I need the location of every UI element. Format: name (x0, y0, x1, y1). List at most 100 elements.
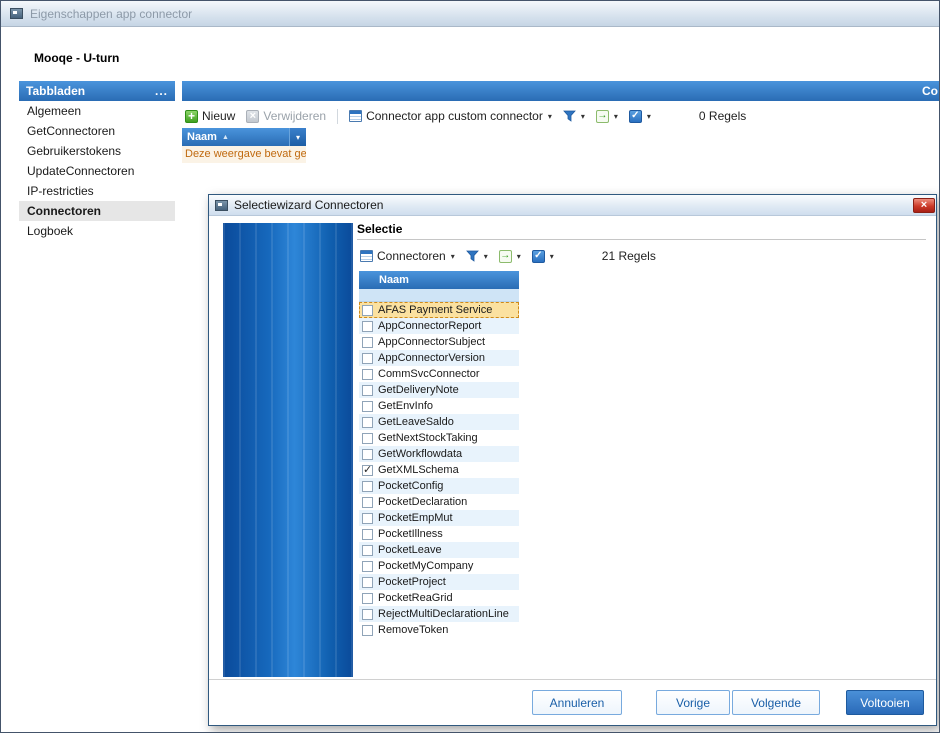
column-header-naam[interactable]: Naam (359, 271, 519, 289)
row-checkbox[interactable] (362, 497, 373, 508)
page-subtitle: Mooqe - U-turn (34, 51, 119, 65)
column-header-label: Naam (379, 274, 409, 286)
filter-icon (563, 110, 576, 122)
sidebar-item-label: Gebruikerstokens (27, 144, 121, 158)
row-checkbox[interactable] (362, 577, 373, 588)
connector-name: AppConnectorReport (378, 320, 481, 332)
row-checkbox[interactable] (362, 369, 373, 380)
more-icon[interactable]: ... (155, 87, 168, 95)
sidebar-item-label: Connectoren (27, 204, 101, 218)
grid-empty-message: Deze weergave bevat ge (182, 146, 306, 163)
connector-name: GetEnvInfo (378, 400, 433, 412)
connector-name: GetLeaveSaldo (378, 416, 454, 428)
connector-name: GetWorkflowdata (378, 448, 462, 460)
chevron-down-icon: ▾ (296, 133, 300, 142)
sidebar-item[interactable]: UpdateConnectoren (19, 161, 175, 181)
connector-name: PocketProject (378, 576, 446, 588)
connector-name: GetXMLSchema (378, 464, 459, 476)
row-checkbox[interactable] (362, 433, 373, 444)
connectoren-dropdown[interactable]: Connectoren ▾ (357, 247, 458, 265)
connector-row[interactable]: CommSvcConnector (359, 366, 519, 382)
row-checkbox[interactable] (362, 465, 373, 476)
sidebar-item[interactable]: Algemeen (19, 101, 175, 121)
column-header-label: Naam (187, 131, 217, 143)
connector-type-label: Connector app custom connector (366, 109, 543, 123)
export-button[interactable]: → ▾ (593, 108, 621, 125)
sidebar-item-label: GetConnectoren (27, 124, 115, 138)
sidebar-item[interactable]: GetConnectoren (19, 121, 175, 141)
row-checkbox[interactable] (362, 353, 373, 364)
row-checkbox[interactable] (362, 401, 373, 412)
row-checkbox[interactable] (362, 529, 373, 540)
chevron-down-icon: ▾ (647, 112, 651, 121)
connector-row[interactable]: GetWorkflowdata (359, 446, 519, 462)
sidebar-item[interactable]: IP-restricties (19, 181, 175, 201)
connector-row[interactable]: PocketIllness (359, 526, 519, 542)
connector-row[interactable]: PocketMyCompany (359, 558, 519, 574)
row-checkbox[interactable] (362, 561, 373, 572)
row-checkbox[interactable] (362, 449, 373, 460)
selection-button[interactable]: ✓ ▾ (529, 248, 557, 265)
column-header-naam[interactable]: Naam ▲ (182, 128, 289, 146)
connector-row[interactable]: PocketConfig (359, 478, 519, 494)
row-checkbox[interactable] (362, 593, 373, 604)
connector-row[interactable]: GetXMLSchema (359, 462, 519, 478)
dialog-titlebar: Selectiewizard Connectoren × (209, 195, 936, 216)
connector-name: PocketDeclaration (378, 496, 467, 508)
voltooien-button[interactable]: Voltooien (846, 690, 924, 715)
connector-row[interactable]: PocketDeclaration (359, 494, 519, 510)
row-checkbox[interactable] (362, 513, 373, 524)
dialog-footer: Annuleren Vorige Volgende Voltooien (209, 679, 936, 725)
sidebar-item-label: UpdateConnectoren (27, 164, 134, 178)
sidebar-item-label: Logboek (27, 224, 73, 238)
connector-row[interactable]: AppConnectorSubject (359, 334, 519, 350)
row-checkbox[interactable] (362, 385, 373, 396)
row-checkbox[interactable] (362, 481, 373, 492)
selection-button[interactable]: ✓ ▾ (626, 108, 654, 125)
row-checkbox[interactable] (362, 625, 373, 636)
connector-row[interactable]: PocketProject (359, 574, 519, 590)
window-title: Eigenschappen app connector (30, 7, 192, 21)
row-checkbox[interactable] (362, 609, 373, 620)
row-checkbox[interactable] (362, 305, 373, 316)
new-button-label: Nieuw (202, 109, 235, 123)
connector-type-dropdown[interactable]: Connector app custom connector ▾ (346, 107, 555, 125)
connector-row[interactable]: AFAS Payment Service (359, 302, 519, 318)
connector-row[interactable]: GetEnvInfo (359, 398, 519, 414)
filter-button[interactable]: ▾ (463, 248, 491, 264)
row-checkbox[interactable] (362, 337, 373, 348)
export-button[interactable]: → ▾ (496, 248, 524, 265)
main-pane-header: Co (182, 81, 939, 101)
sidebar-item[interactable]: Gebruikerstokens (19, 141, 175, 161)
filter-row[interactable] (359, 289, 519, 302)
volgende-button[interactable]: Volgende (732, 690, 820, 715)
wizard-side-graphic (223, 223, 353, 677)
connector-row[interactable]: AppConnectorVersion (359, 350, 519, 366)
connector-row[interactable]: GetNextStockTaking (359, 430, 519, 446)
connector-row[interactable]: PocketReaGrid (359, 590, 519, 606)
row-checkbox[interactable] (362, 417, 373, 428)
connector-row[interactable]: AppConnectorReport (359, 318, 519, 334)
row-checkbox[interactable] (362, 321, 373, 332)
delete-button[interactable]: × Verwijderen (243, 107, 329, 125)
connector-row[interactable]: RemoveToken (359, 622, 519, 638)
delete-button-label: Verwijderen (263, 109, 326, 123)
annuleren-button[interactable]: Annuleren (532, 690, 622, 715)
filter-button[interactable]: ▾ (560, 108, 588, 124)
row-checkbox[interactable] (362, 545, 373, 556)
connector-row[interactable]: PocketLeave (359, 542, 519, 558)
connector-row[interactable]: RejectMultiDeclarationLine (359, 606, 519, 622)
connector-name: AFAS Payment Service (378, 304, 492, 316)
chevron-down-icon: ▾ (517, 252, 521, 261)
column-menu-button[interactable]: ▾ (289, 128, 306, 146)
vorige-button[interactable]: Vorige (656, 690, 730, 715)
table-icon (360, 250, 373, 262)
connector-row[interactable]: GetLeaveSaldo (359, 414, 519, 430)
close-icon[interactable]: × (913, 198, 935, 213)
connector-row[interactable]: PocketEmpMut (359, 510, 519, 526)
connector-row[interactable]: GetDeliveryNote (359, 382, 519, 398)
new-button[interactable]: + Nieuw (182, 107, 238, 125)
sidebar-item[interactable]: Connectoren (19, 201, 175, 221)
sidebar-item[interactable]: Logboek (19, 221, 175, 241)
sidebar-item-label: Algemeen (27, 104, 81, 118)
